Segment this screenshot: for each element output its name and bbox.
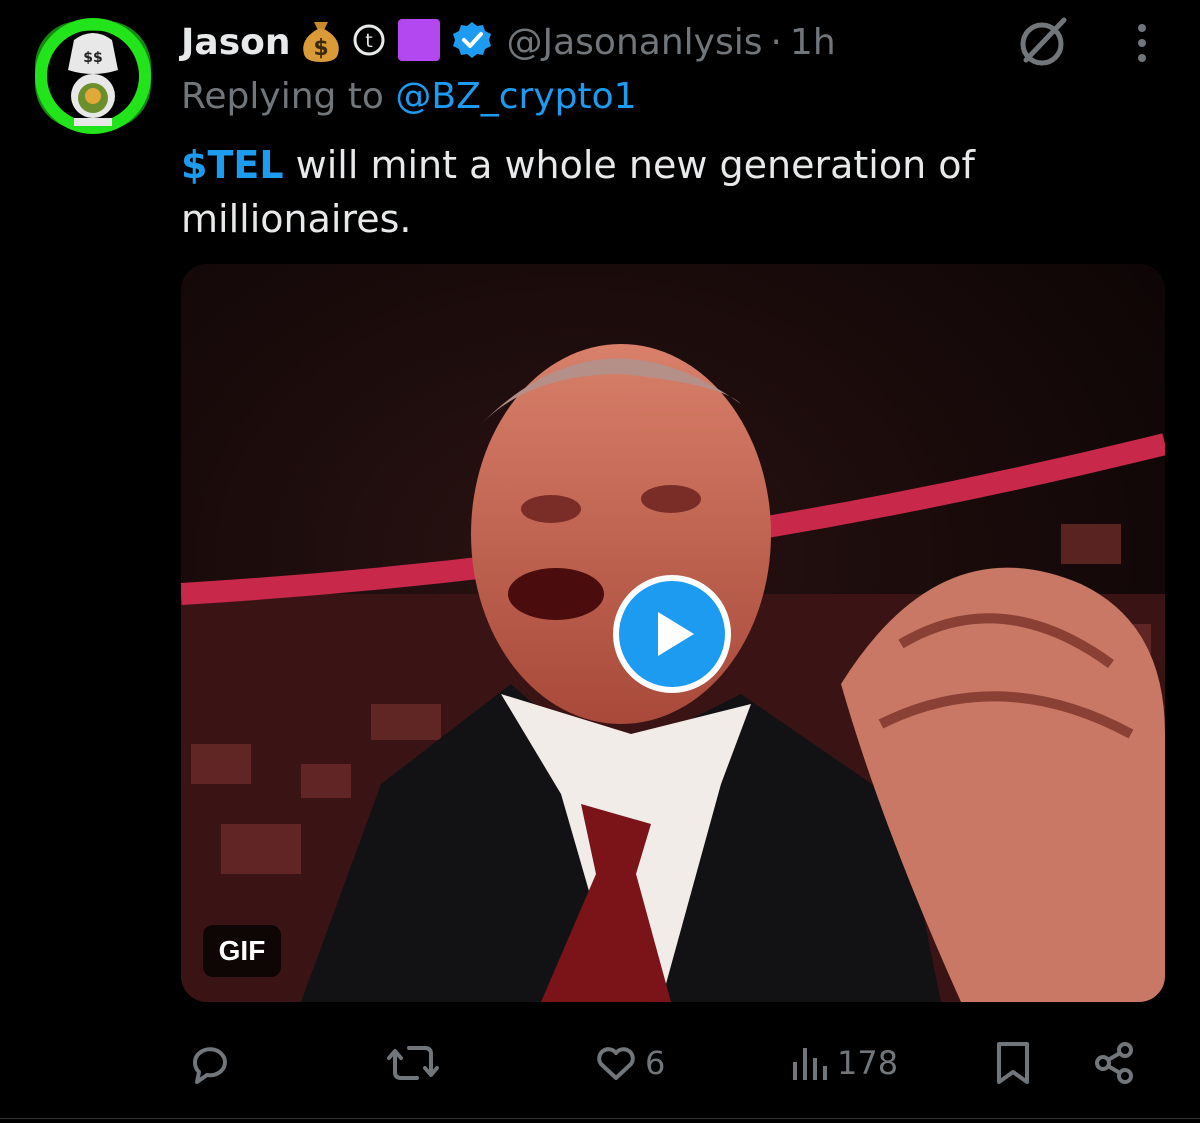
svg-text:t: t xyxy=(366,30,373,52)
verified-badge-icon[interactable] xyxy=(452,20,492,65)
reply-icon xyxy=(193,1047,227,1084)
like-button[interactable]: 6 xyxy=(593,1030,665,1096)
author-handle[interactable]: @Jasonanlysis · 1h xyxy=(506,22,835,63)
replying-to: Replying to @BZ_crypto1 xyxy=(181,76,637,117)
cashtag-link[interactable]: $TEL xyxy=(181,143,284,187)
author-name[interactable]: Jason xyxy=(181,22,290,63)
repost-icon xyxy=(387,1046,439,1080)
action-bar: 6 178 xyxy=(181,1030,1141,1096)
gif-badge: GIF xyxy=(203,925,281,977)
money-bag-icon: $ xyxy=(300,18,342,67)
views-count: 178 xyxy=(837,1044,899,1082)
tweet-body: will mint a whole new generation of mill… xyxy=(181,143,975,241)
grok-icon[interactable] xyxy=(1016,14,1070,68)
play-icon xyxy=(658,612,694,656)
repost-button[interactable] xyxy=(387,1030,445,1096)
bookmark-icon xyxy=(997,1042,1029,1084)
svg-text:$: $ xyxy=(314,36,329,61)
tweet-text: $TEL will mint a whole new generation of… xyxy=(181,138,1161,246)
tweet-time: 1h xyxy=(789,21,836,63)
tweet-header: Jason $ t @Jasonanlysis · 1h xyxy=(181,14,836,70)
svg-text:$$: $$ xyxy=(83,50,102,66)
divider xyxy=(0,1118,1200,1119)
avatar[interactable]: $$ xyxy=(34,18,152,134)
gif-media[interactable]: GIF xyxy=(181,264,1165,1002)
reply-button[interactable] xyxy=(187,1030,239,1096)
views-button[interactable]: 178 xyxy=(791,1030,898,1096)
reply-mention-link[interactable]: @BZ_crypto1 xyxy=(395,76,636,117)
share-icon xyxy=(1095,1042,1133,1084)
share-button[interactable] xyxy=(1091,1030,1137,1096)
purple-square-icon xyxy=(396,17,442,68)
heart-icon xyxy=(597,1047,635,1080)
bookmark-button[interactable] xyxy=(993,1030,1033,1096)
play-button[interactable] xyxy=(613,575,731,693)
views-icon xyxy=(793,1048,827,1080)
avatar-image: $$ xyxy=(34,18,152,134)
like-count: 6 xyxy=(645,1044,666,1082)
more-options-icon[interactable] xyxy=(1124,20,1160,66)
circled-t-icon: t xyxy=(352,23,386,62)
